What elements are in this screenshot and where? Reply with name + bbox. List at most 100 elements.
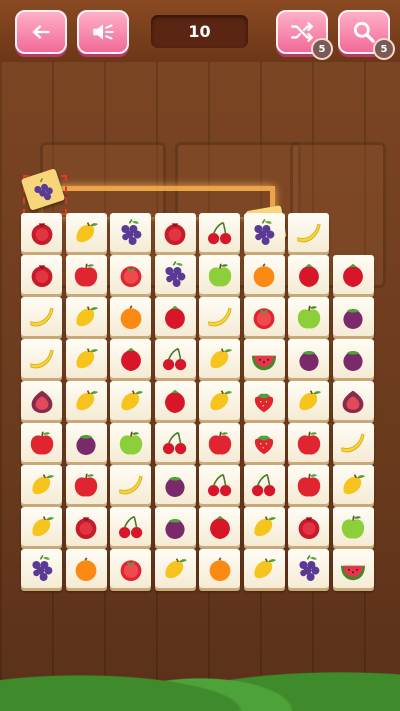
tile-mangosteen[interactable] [332, 297, 374, 336]
orange-icon [209, 556, 230, 581]
tile-apple[interactable] [65, 255, 107, 294]
tile-strawberry[interactable] [243, 423, 285, 462]
tile-green-apple[interactable] [288, 297, 329, 336]
mango-icon [254, 557, 276, 578]
tile-mangosteen[interactable] [154, 465, 196, 504]
tile-mango[interactable] [65, 339, 107, 378]
tile-apple[interactable] [21, 423, 62, 462]
mango-icon [209, 389, 232, 410]
tile-grapes[interactable] [288, 549, 329, 588]
tile-green-apple[interactable] [110, 423, 151, 462]
tile-banana[interactable] [199, 297, 240, 336]
tile-mango[interactable] [199, 381, 240, 420]
tile-mango[interactable] [65, 297, 107, 336]
tile-mangosteen[interactable] [154, 507, 196, 546]
cherries-icon [207, 473, 231, 496]
tile-apple[interactable] [288, 465, 329, 504]
banana-icon [296, 223, 321, 242]
mangosteen-icon [343, 308, 363, 329]
tile-banana[interactable] [21, 339, 62, 378]
tile-green-apple[interactable] [332, 507, 374, 546]
tile-rambutan[interactable] [288, 255, 329, 294]
tile-apple[interactable] [65, 465, 107, 504]
hint-button[interactable]: 5 [338, 10, 395, 60]
tile-orange[interactable] [243, 255, 285, 294]
tile-mango[interactable] [21, 507, 62, 546]
tile-pomegranate[interactable] [288, 507, 329, 546]
tile-tomato[interactable] [110, 549, 151, 588]
tile-pomegranate[interactable] [21, 255, 62, 294]
tile-apple[interactable] [288, 423, 329, 462]
sound-button[interactable] [77, 10, 129, 54]
tile-mango[interactable] [288, 381, 329, 420]
tile-rambutan[interactable] [154, 297, 196, 336]
tile-mangosteen[interactable] [332, 339, 374, 378]
tile-green-apple[interactable] [199, 255, 240, 294]
tile-rambutan[interactable] [332, 255, 374, 294]
tile-mango[interactable] [65, 213, 107, 252]
tile-tomato[interactable] [243, 297, 285, 336]
tile-mangosteen[interactable] [288, 339, 329, 378]
tile-rambutan[interactable] [199, 507, 240, 546]
tile-apple[interactable] [199, 423, 240, 462]
tile-mango[interactable] [243, 549, 285, 588]
tile-mangosteen[interactable] [65, 423, 107, 462]
tile-cherries[interactable] [154, 339, 196, 378]
tile-fig[interactable] [21, 381, 62, 420]
fig-icon [342, 390, 364, 413]
tile-watermelon[interactable] [243, 339, 285, 378]
tile-pomegranate[interactable] [21, 213, 62, 252]
mango-icon [298, 389, 321, 410]
fig-icon [31, 390, 52, 413]
back-button[interactable] [15, 10, 67, 54]
tile-grapes[interactable] [243, 213, 285, 252]
mango-icon [209, 347, 232, 368]
tile-mango[interactable] [65, 381, 107, 420]
mangosteen-icon [165, 476, 185, 497]
tile-banana[interactable] [288, 213, 329, 252]
pomegranate-icon [164, 222, 186, 245]
tile-strawberry[interactable] [243, 381, 285, 420]
tile-banana[interactable] [21, 297, 62, 336]
tile-grapes[interactable] [21, 549, 62, 588]
tile-mango[interactable] [243, 507, 285, 546]
tile-grapes[interactable] [110, 213, 151, 252]
pomegranate-icon [75, 516, 97, 539]
magnifier-icon [353, 21, 375, 43]
tile-orange[interactable] [110, 297, 151, 336]
grapes-icon [34, 177, 53, 200]
tile-tomato[interactable] [110, 255, 151, 294]
apple-icon [297, 431, 320, 455]
tile-banana[interactable] [110, 465, 151, 504]
tile-mango[interactable] [332, 465, 374, 504]
apple-icon [74, 263, 98, 287]
tile-watermelon[interactable] [332, 549, 374, 588]
tile-cherries[interactable] [243, 465, 285, 504]
tile-pomegranate[interactable] [65, 507, 107, 546]
shuffle-button[interactable]: 5 [276, 10, 333, 60]
tile-mango[interactable] [154, 549, 196, 588]
tile-fig[interactable] [332, 381, 374, 420]
tile-mango[interactable] [110, 381, 151, 420]
tile-rambutan[interactable] [110, 339, 151, 378]
tile-cherries[interactable] [110, 507, 151, 546]
strawberry-icon [254, 393, 274, 412]
tile-cherries[interactable] [199, 465, 240, 504]
tile-orange[interactable] [65, 549, 107, 588]
tile-grapes[interactable] [154, 255, 196, 294]
mango-icon [76, 305, 98, 326]
pomegranate-icon [31, 222, 52, 245]
tile-rambutan[interactable] [154, 381, 196, 420]
orange-icon [120, 304, 141, 329]
tile-cherries[interactable] [199, 213, 240, 252]
mangosteen-icon [298, 350, 319, 371]
tile-cherries[interactable] [154, 423, 196, 462]
cherries-icon [207, 221, 231, 244]
tile-pomegranate[interactable] [154, 213, 196, 252]
grapes-icon [120, 218, 141, 245]
tile-banana[interactable] [332, 423, 374, 462]
tile-mango[interactable] [199, 339, 240, 378]
game-board [21, 213, 377, 591]
tile-orange[interactable] [199, 549, 240, 588]
tile-mango[interactable] [21, 465, 62, 504]
